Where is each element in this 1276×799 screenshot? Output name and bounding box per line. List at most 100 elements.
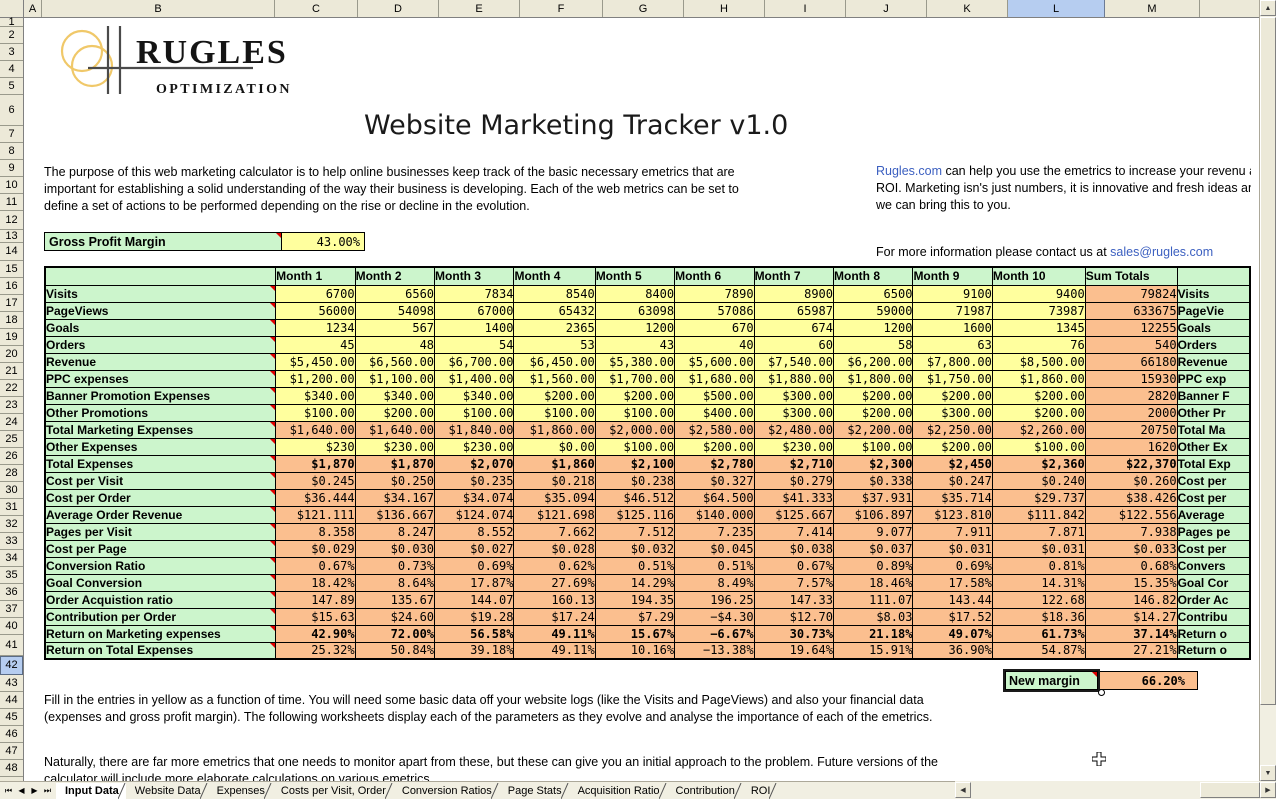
- cell-1-month-3[interactable]: 7834: [434, 284, 515, 303]
- cell-10-month-1[interactable]: $230: [275, 437, 356, 456]
- gross-profit-margin-input[interactable]: 43.00%: [282, 233, 364, 250]
- sales-email-link[interactable]: sales@rugles.com: [1110, 245, 1213, 259]
- cell-2-month-7[interactable]: 65987: [753, 301, 835, 320]
- row-header-34[interactable]: 34: [0, 550, 23, 567]
- cell-6-month-7[interactable]: $1,880.00: [753, 369, 835, 388]
- row-header-23[interactable]: 23: [0, 397, 23, 414]
- cell-7-month-9[interactable]: $200.00: [912, 386, 993, 405]
- cell-1-month-5[interactable]: 8400: [594, 284, 676, 303]
- cell-10-month-2[interactable]: $230.00: [354, 437, 436, 456]
- cell-10-month-8[interactable]: $100.00: [832, 437, 914, 456]
- row-header-7[interactable]: 7: [0, 126, 23, 143]
- cell-3-month-5[interactable]: 1200: [594, 318, 676, 337]
- row-header-31[interactable]: 31: [0, 499, 23, 516]
- cell-8-month-8[interactable]: $200.00: [832, 403, 914, 422]
- scroll-right-icon[interactable]: ▶: [1260, 782, 1276, 798]
- cell-7-month-5[interactable]: $200.00: [594, 386, 676, 405]
- row-header-47[interactable]: 47: [0, 743, 23, 760]
- cell-3-month-1[interactable]: 1234: [275, 318, 356, 337]
- row-header-4[interactable]: 4: [0, 61, 23, 78]
- row-header-41[interactable]: 41: [0, 635, 23, 656]
- scroll-up-icon[interactable]: ▲: [1260, 0, 1276, 16]
- row-header-22[interactable]: 22: [0, 380, 23, 397]
- new-margin-value[interactable]: 66.20%: [1098, 671, 1198, 690]
- cell-3-month-2[interactable]: 567: [354, 318, 436, 337]
- fill-handle[interactable]: [1098, 689, 1105, 696]
- sheet-tab-acquisition-ratio[interactable]: Acquisition Ratio: [568, 783, 667, 799]
- cell-10-month-3[interactable]: $230.00: [434, 437, 515, 456]
- sheet-tab-expenses[interactable]: Expenses: [207, 783, 272, 799]
- cell-5-month-10[interactable]: $8,500.00: [991, 352, 1086, 371]
- cell-10-month-9[interactable]: $200.00: [912, 437, 993, 456]
- column-header-i[interactable]: I: [765, 0, 846, 17]
- cell-5-month-9[interactable]: $7,800.00: [912, 352, 993, 371]
- row-header-32[interactable]: 32: [0, 516, 23, 533]
- row-header-46[interactable]: 46: [0, 726, 23, 743]
- horizontal-scroll-track[interactable]: [971, 782, 1260, 798]
- cell-7-month-3[interactable]: $340.00: [434, 386, 515, 405]
- cell-6-month-5[interactable]: $1,700.00: [594, 369, 676, 388]
- row-header-17[interactable]: 17: [0, 295, 23, 312]
- cell-3-month-4[interactable]: 2365: [513, 318, 596, 337]
- row-header-16[interactable]: 16: [0, 278, 23, 295]
- sheet-tab-page-stats[interactable]: Page Stats: [498, 783, 569, 799]
- cell-4-month-4[interactable]: 53: [513, 335, 596, 354]
- next-sheet-icon[interactable]: ▶: [28, 783, 41, 798]
- cell-6-month-1[interactable]: $1,200.00: [275, 369, 356, 388]
- cell-1-month-7[interactable]: 8900: [753, 284, 835, 303]
- row-header-44[interactable]: 44: [0, 692, 23, 709]
- row-header-12[interactable]: 12: [0, 211, 23, 230]
- cell-6-month-8[interactable]: $1,800.00: [832, 369, 914, 388]
- column-header-d[interactable]: D: [358, 0, 439, 17]
- row-header-21[interactable]: 21: [0, 363, 23, 380]
- row-header-8[interactable]: 8: [0, 143, 23, 160]
- row-header-11[interactable]: 11: [0, 194, 23, 211]
- horizontal-scrollbar[interactable]: ◀ ▶: [955, 781, 1276, 799]
- cell-3-month-10[interactable]: 1345: [991, 318, 1086, 337]
- prev-sheet-icon[interactable]: ◀: [15, 783, 28, 798]
- cell-1-month-4[interactable]: 8540: [513, 284, 596, 303]
- column-header-b[interactable]: B: [42, 0, 275, 17]
- column-header-h[interactable]: H: [684, 0, 765, 17]
- select-all-corner[interactable]: [0, 0, 24, 17]
- cell-2-month-9[interactable]: 71987: [912, 301, 993, 320]
- row-header-25[interactable]: 25: [0, 431, 23, 448]
- row-header-28[interactable]: 28: [0, 465, 23, 482]
- row-header-14[interactable]: 14: [0, 243, 23, 261]
- cell-6-month-2[interactable]: $1,100.00: [354, 369, 436, 388]
- cell-2-month-5[interactable]: 63098: [594, 301, 676, 320]
- cell-4-month-7[interactable]: 60: [753, 335, 835, 354]
- cell-7-month-6[interactable]: $500.00: [674, 386, 755, 405]
- cell-4-month-5[interactable]: 43: [594, 335, 676, 354]
- column-header-f[interactable]: F: [520, 0, 603, 17]
- cell-2-month-2[interactable]: 54098: [354, 301, 436, 320]
- cell-5-month-2[interactable]: $6,560.00: [354, 352, 436, 371]
- cell-2-month-1[interactable]: 56000: [275, 301, 356, 320]
- scroll-left-icon[interactable]: ◀: [955, 782, 971, 798]
- sheet-tab-website-data[interactable]: Website Data: [125, 783, 208, 799]
- cell-5-month-1[interactable]: $5,450.00: [275, 352, 356, 371]
- row-header-35[interactable]: 35: [0, 567, 23, 584]
- cell-2-month-4[interactable]: 65432: [513, 301, 596, 320]
- scroll-down-icon[interactable]: ▼: [1260, 765, 1276, 781]
- cell-10-month-7[interactable]: $230.00: [753, 437, 835, 456]
- cell-2-month-10[interactable]: 73987: [991, 301, 1086, 320]
- cell-2-month-3[interactable]: 67000: [434, 301, 515, 320]
- row-header-48[interactable]: 48: [0, 760, 23, 777]
- cell-6-month-3[interactable]: $1,400.00: [434, 369, 515, 388]
- row-header-1[interactable]: 1: [0, 16, 23, 27]
- cell-4-month-6[interactable]: 40: [674, 335, 755, 354]
- first-sheet-icon[interactable]: ⏮: [2, 783, 15, 798]
- cell-1-month-1[interactable]: 6700: [275, 284, 356, 303]
- row-header-2[interactable]: 2: [0, 27, 23, 44]
- last-sheet-icon[interactable]: ⏭: [41, 783, 54, 798]
- row-header-24[interactable]: 24: [0, 414, 23, 431]
- row-header-6[interactable]: 6: [0, 95, 23, 126]
- cell-5-month-3[interactable]: $6,700.00: [434, 352, 515, 371]
- cell-2-month-8[interactable]: 59000: [832, 301, 914, 320]
- cell-8-month-5[interactable]: $100.00: [594, 403, 676, 422]
- row-header-9[interactable]: 9: [0, 160, 23, 177]
- column-header-c[interactable]: C: [275, 0, 358, 17]
- cell-3-month-3[interactable]: 1400: [434, 318, 515, 337]
- cell-8-month-3[interactable]: $100.00: [434, 403, 515, 422]
